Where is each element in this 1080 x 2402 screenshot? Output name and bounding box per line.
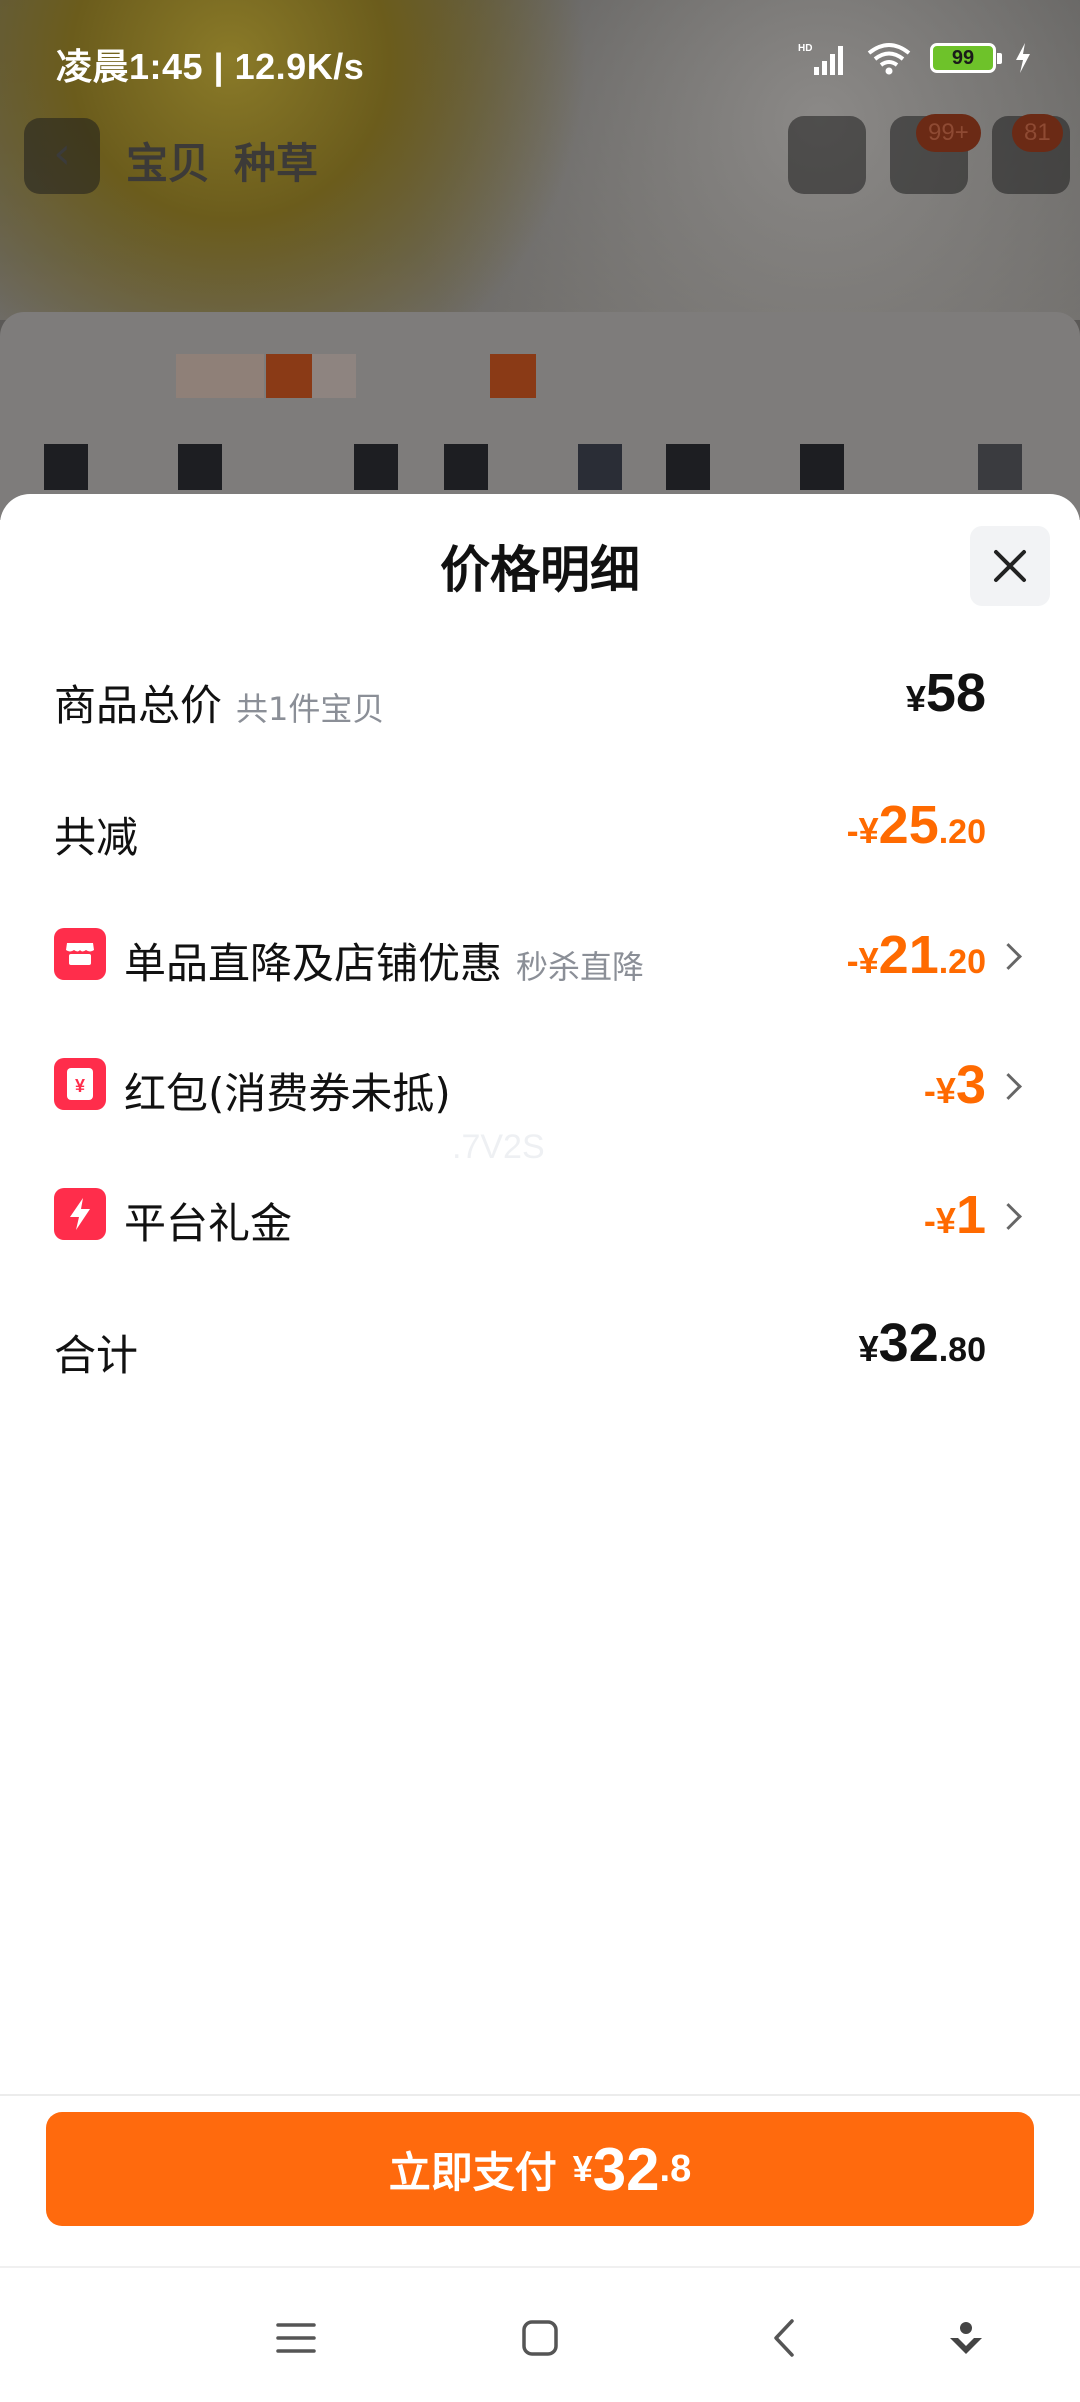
- cart-badge: 99+: [916, 114, 981, 152]
- row-label: 单品直降及店铺优惠 秒杀直降: [124, 930, 644, 991]
- svg-text:¥: ¥: [75, 1076, 85, 1096]
- price-detail-sheet: 价格明细 商品总价 共1件宝贝 ¥58 共减 - ¥25.20 单品直降及店铺优惠秒…: [0, 494, 1080, 2266]
- amount-integer: 21: [878, 925, 939, 985]
- store-icon: [54, 928, 106, 980]
- watermark: .7V2S: [452, 1128, 545, 1166]
- pay-button-decimal: .8: [659, 2147, 692, 2190]
- amount-currency: ¥: [858, 1328, 879, 1369]
- amount-integer: 3: [955, 1055, 986, 1115]
- pay-now-button[interactable]: 立即支付 ¥ 32 .8: [46, 2112, 1034, 2226]
- amount-integer: 58: [925, 663, 986, 723]
- amount-currency: ¥: [905, 678, 926, 719]
- blurred-text: [354, 444, 398, 490]
- amount-currency: ¥: [935, 1070, 956, 1111]
- amount-sign: -: [846, 810, 859, 851]
- row-sub-text: 秒杀直降: [516, 948, 645, 986]
- lightning-icon: [54, 1188, 106, 1240]
- product-info-card: [0, 312, 1080, 520]
- chevron-right-icon: [995, 1203, 1022, 1230]
- row-amount: - ¥21.20: [847, 924, 986, 986]
- amount-sign: -: [923, 1200, 936, 1241]
- product-nav-bar: ‹ 宝贝 种草 99+ 81: [0, 96, 1080, 216]
- row-amount: - ¥1: [924, 1184, 986, 1246]
- chevron-right-icon: [995, 943, 1022, 970]
- row-label: 商品总价 共1件宝贝: [54, 672, 384, 733]
- battery-icon: 99: [930, 43, 1002, 73]
- sheet-title: 价格明细: [440, 541, 640, 599]
- blurred-tag: [490, 354, 536, 398]
- row-item-discount[interactable]: 单品直降及店铺优惠 秒杀直降 - ¥21.20: [0, 904, 1080, 1004]
- assistant-icon: [950, 2322, 982, 2354]
- tab-baobei: 宝贝: [126, 139, 211, 188]
- amount-currency: ¥: [858, 940, 879, 981]
- back-nav-button[interactable]: [754, 2308, 814, 2368]
- row-label-text: 红包(消费券未抵): [124, 1069, 451, 1118]
- row-label-text: 商品总价: [54, 681, 223, 730]
- row-label-text: 合计: [54, 1331, 139, 1380]
- blurred-text: [800, 444, 844, 490]
- row-red-packet[interactable]: ¥ 红包(消费券未抵) - ¥3: [0, 1034, 1080, 1134]
- blurred-text: [578, 444, 622, 490]
- charging-icon: [1016, 43, 1030, 73]
- blurred-text: [666, 444, 710, 490]
- amount-sign: -: [923, 1070, 936, 1111]
- blurred-text: [444, 444, 488, 490]
- blurred-text: [978, 444, 1022, 490]
- more-badge: 81: [1012, 114, 1063, 152]
- system-nav-bar: [0, 2266, 1080, 2402]
- blurred-tag: [312, 354, 356, 398]
- chevron-right-icon: [995, 1073, 1022, 1100]
- menu-button[interactable]: [266, 2308, 326, 2368]
- assistant-button[interactable]: [936, 2308, 996, 2368]
- amount-sign: -: [846, 940, 859, 981]
- amount-decimal: .80: [938, 1331, 986, 1369]
- amount-decimal: .20: [938, 813, 986, 851]
- row-total-discount: 共减 - ¥25.20: [0, 774, 1080, 874]
- pay-button-label: 立即支付: [388, 2147, 557, 2197]
- svg-text:HD: HD: [798, 43, 812, 54]
- row-label-text: 单品直降及店铺优惠: [124, 939, 503, 988]
- status-time: 凌晨1:45 | 12.9K/s: [56, 46, 365, 87]
- amount-decimal: .20: [938, 943, 986, 981]
- blurred-tag: [176, 354, 264, 398]
- amount-integer: 25: [878, 795, 939, 855]
- row-amount: ¥58: [906, 662, 986, 724]
- row-label-text: 平台礼金: [124, 1199, 293, 1248]
- amount-currency: ¥: [935, 1200, 956, 1241]
- close-icon: [994, 550, 1026, 582]
- blurred-tag: [266, 354, 312, 398]
- back-icon: [774, 2319, 794, 2357]
- status-bar: 凌晨1:45 | 12.9K/s HD 99: [0, 0, 1080, 96]
- status-icons: HD 99: [798, 38, 1032, 78]
- amount-integer: 1: [955, 1185, 986, 1245]
- back-button: ‹: [24, 118, 100, 194]
- row-amount: - ¥3: [924, 1054, 986, 1116]
- row-amount: - ¥25.20: [847, 794, 986, 856]
- red-packet-icon: ¥: [54, 1058, 106, 1110]
- row-platform-gift[interactable]: 平台礼金 - ¥1: [0, 1164, 1080, 1264]
- hd-signal-icon: HD: [798, 43, 843, 75]
- footer-divider: [0, 2094, 1080, 2096]
- row-total-price: 商品总价 共1件宝贝 ¥58: [0, 644, 1080, 744]
- row-amount: ¥32.80: [859, 1312, 986, 1374]
- blurred-text: [44, 444, 88, 490]
- menu-icon: [276, 2323, 316, 2353]
- cart-button: 99+: [890, 114, 981, 194]
- close-button[interactable]: [970, 526, 1050, 606]
- more-button: 81: [992, 114, 1070, 194]
- row-grand-total: 合计 ¥32.80: [0, 1294, 1080, 1394]
- wifi-icon: [867, 43, 911, 75]
- share-button: [788, 116, 866, 194]
- amount-currency: ¥: [858, 810, 879, 851]
- home-icon: [522, 2320, 558, 2356]
- row-sub-text: 共1件宝贝: [236, 690, 385, 728]
- blurred-text: [178, 444, 222, 490]
- pay-button-currency: ¥: [572, 2148, 593, 2189]
- home-button[interactable]: [510, 2308, 570, 2368]
- tab-zhongcao: 种草: [234, 139, 319, 188]
- pay-button-integer: 32: [592, 2135, 660, 2203]
- amount-integer: 32: [878, 1313, 939, 1373]
- row-label-text: 共减: [54, 813, 139, 862]
